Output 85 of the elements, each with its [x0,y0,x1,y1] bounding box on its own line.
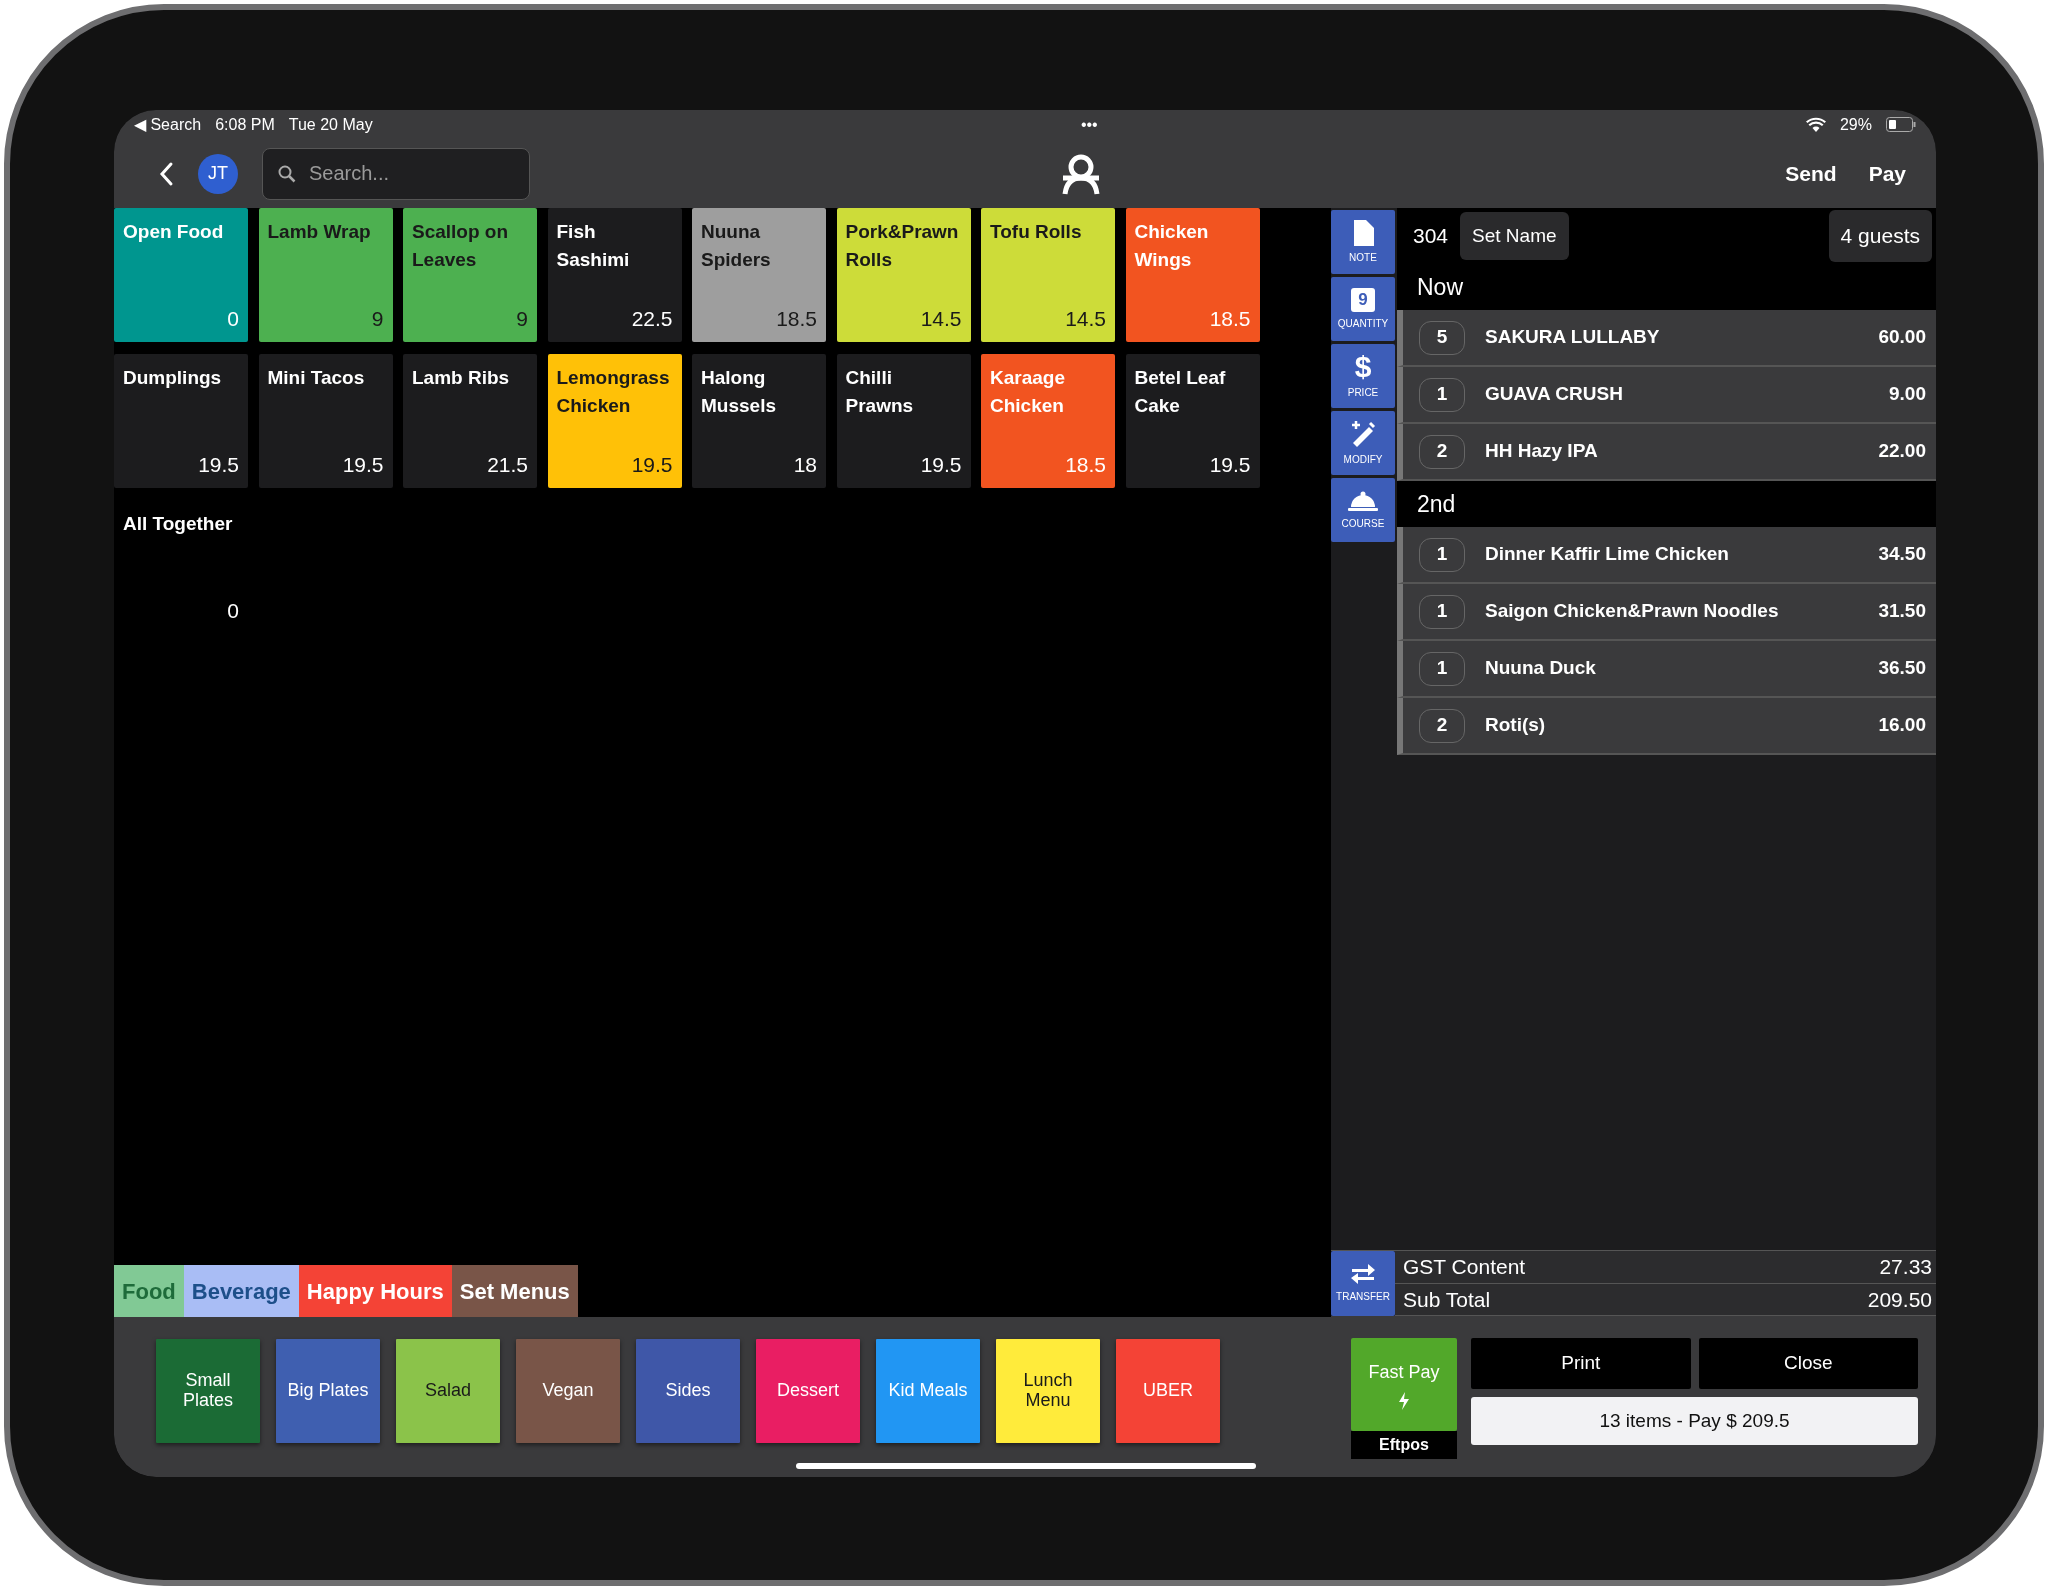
category-button[interactable]: Dessert [756,1339,860,1443]
item-price: 16.00 [1878,713,1926,738]
menu-item-tile[interactable]: Fish Sashimi 22.5 [547,208,682,342]
battery-percent: 29% [1839,114,1872,135]
pay-button[interactable]: 13 items - Pay $ 209.5 [1471,1397,1918,1445]
battery-icon [1886,117,1916,132]
quantity-badge: 2 [1419,434,1465,469]
item-price: 9.00 [1889,382,1926,407]
quantity-icon: 9 [1351,287,1375,312]
menu-item-tile[interactable]: Lamb Wrap 9 [258,208,393,342]
nav-action-button[interactable]: Pay [1864,157,1910,190]
category-button[interactable]: Salad [396,1339,500,1443]
item-name: Saigon Chicken&Prawn Noodles [1485,599,1780,624]
menu-item-tile[interactable]: Tofu Rolls 14.5 [981,208,1115,342]
status-date: Tue 20 May [288,114,373,135]
quantity-badge: 1 [1419,377,1465,412]
item-price: 22.00 [1878,439,1926,464]
category-button[interactable]: Lunch Menu [996,1339,1100,1443]
set-name-button[interactable]: Set Name [1460,211,1569,261]
item-price: 34.50 [1878,542,1926,567]
back-button[interactable] [158,160,174,187]
cloche-icon [1348,489,1378,512]
payment-action-button[interactable]: Close [1698,1338,1918,1389]
menu-item-tile[interactable]: Chilli Prawns 19.5 [836,354,971,488]
item-price: 60.00 [1878,325,1926,350]
document-icon [1352,219,1374,246]
menu-item-tile[interactable]: Mini Tacos 19.5 [258,354,393,488]
order-action-button[interactable]: MODIFY [1331,411,1395,475]
course-heading: 2nd [1417,489,1456,519]
menu-item-tile[interactable]: Dumplings 19.5 [114,354,248,488]
back-to-app-link[interactable]: ◀ Search [134,112,202,137]
order-action-button[interactable]: $ PRICE [1331,344,1395,408]
menu-tab[interactable]: Set Menus [451,1265,578,1317]
total-value: 209.50 [1867,1286,1932,1313]
order-action-button[interactable]: NOTE [1331,210,1395,274]
item-name: Dinner Kaffir Lime Chicken [1485,542,1730,567]
menu-item-tile[interactable]: Lemongrass Chicken 19.5 [547,354,682,488]
swap-arrows-icon [1350,1263,1376,1285]
wifi-icon [1805,116,1826,133]
item-name: SAKURA LULLABY [1485,325,1661,350]
menu-item-tile[interactable]: Open Food 0 [114,208,248,342]
category-button[interactable]: Sides [636,1339,740,1443]
item-name: GUAVA CRUSH [1485,382,1624,407]
multitask-dots[interactable]: ••• [1080,112,1098,137]
order-action-button[interactable]: COURSE [1331,478,1395,542]
course-heading: Now [1417,272,1463,302]
menu-tab[interactable]: Happy Hours [298,1265,452,1317]
total-value: 27.33 [1879,1254,1932,1280]
item-price: 36.50 [1878,656,1926,681]
quantity-badge: 1 [1419,594,1465,629]
item-price: 31.50 [1878,599,1926,624]
category-button[interactable]: Vegan [516,1339,620,1443]
wand-icon [1349,419,1377,448]
menu-item-tile[interactable]: Nuuna Spiders 18.5 [692,208,826,342]
item-name: Nuuna Duck [1485,656,1597,681]
transfer-button[interactable]: TRANSFER [1331,1251,1395,1316]
category-button[interactable]: UBER [1116,1339,1220,1443]
menu-tab[interactable]: Beverage [183,1265,299,1317]
category-button[interactable]: Small Plates [156,1339,260,1443]
user-avatar[interactable]: JT [198,153,238,194]
item-name: HH Hazy IPA [1485,439,1599,464]
quantity-badge: 1 [1419,651,1465,686]
menu-item-tile[interactable]: Betel Leaf Cake 19.5 [1125,354,1260,488]
payment-action-button[interactable]: Print [1471,1338,1691,1389]
category-button[interactable]: Big Plates [276,1339,380,1443]
payment-method-label: Eftpos [1351,1431,1457,1459]
item-name: Roti(s) [1485,713,1547,738]
dollar-icon: $ [1354,352,1372,381]
table-number: 304 [1413,223,1449,250]
chevron-left-icon [158,160,174,187]
menu-item-tile[interactable]: Halong Mussels 18 [692,354,826,488]
guests-button[interactable]: 4 guests [1828,210,1932,262]
total-label: GST Content [1403,1254,1526,1280]
quantity-badge: 1 [1419,537,1465,572]
nav-action-button[interactable]: Send [1781,157,1841,190]
total-label: Sub Total [1403,1286,1491,1313]
menu-item-tile[interactable]: Scallop on Leaves 9 [403,208,537,342]
lightning-icon [1398,1392,1410,1410]
quantity-badge: 2 [1419,708,1465,743]
status-time: 6:08 PM [215,114,275,135]
quantity-badge: 5 [1419,320,1465,355]
menu-item-tile[interactable]: Pork&Prawn Rolls 14.5 [836,208,971,342]
search-field[interactable]: Search... [262,147,530,200]
menu-item-tile[interactable]: Lamb Ribs 21.5 [403,354,537,488]
order-action-button[interactable]: 9 QUANTITY [1331,277,1395,341]
